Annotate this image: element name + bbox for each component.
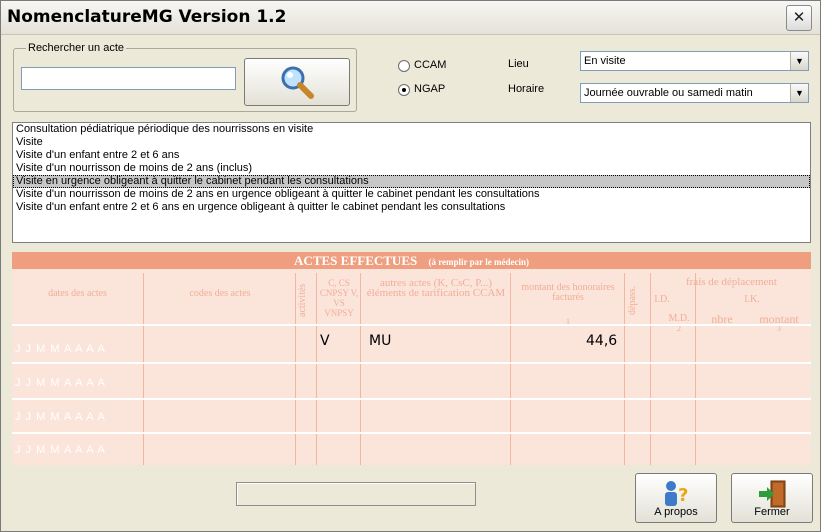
list-item[interactable]: Visite d'un enfant entre 2 et 6 ans en u… xyxy=(13,201,810,214)
row-date-placeholder: J J M M A A A A xyxy=(15,377,106,389)
header-codes-ngap: C, CS CNPSY V, VS VNPSY xyxy=(319,278,359,318)
acts-list[interactable]: Consultation pédiatrique périodique des … xyxy=(12,122,811,243)
header-activites: activités xyxy=(297,283,308,317)
header-dates: dates des actes xyxy=(48,288,107,299)
row-divider xyxy=(12,398,811,400)
header-montant: montant des honoraires facturés xyxy=(521,282,615,303)
column-divider xyxy=(360,273,361,465)
column-divider xyxy=(295,273,296,465)
horaire-label: Horaire xyxy=(508,83,545,95)
list-item[interactable]: Visite d'un nourrisson de moins de 2 ans… xyxy=(13,188,810,201)
column-divider xyxy=(143,273,144,465)
header-md: M.D. xyxy=(668,313,690,324)
entry-autres-actes: MU xyxy=(369,333,392,349)
row-divider xyxy=(12,324,811,326)
form-title: ACTES EFFECTUES (à remplir par le médeci… xyxy=(12,252,811,269)
chevron-down-icon[interactable]: ▼ xyxy=(790,52,808,70)
lieu-value: En visite xyxy=(584,55,626,67)
entry-montant: 44,6 xyxy=(586,333,618,349)
list-item-selected[interactable]: Visite en urgence obligeant à quitter le… xyxy=(13,175,810,188)
header-ik: I.K. xyxy=(744,294,760,305)
status-field xyxy=(236,482,476,506)
chevron-down-icon[interactable]: ▼ xyxy=(790,84,808,102)
form-title-text: ACTES EFFECTUES xyxy=(294,253,418,268)
column-divider xyxy=(624,273,625,465)
window-title: NomenclatureMG Version 1.2 xyxy=(7,7,287,27)
radio-ccam[interactable] xyxy=(398,60,410,72)
apropos-label: A propos xyxy=(654,506,698,518)
search-button[interactable] xyxy=(244,58,350,106)
app-window: NomenclatureMG Version 1.2 ✕ Rechercher … xyxy=(0,0,821,532)
radio-ngap-label: NGAP xyxy=(414,83,446,95)
apropos-button[interactable]: ? A propos xyxy=(635,473,717,523)
fermer-label: Fermer xyxy=(754,506,790,518)
search-input[interactable] xyxy=(21,67,236,90)
list-item[interactable]: Consultation pédiatrique périodique des … xyxy=(13,123,810,136)
list-item[interactable]: Visite d'un nourrisson de moins de 2 ans… xyxy=(13,162,810,175)
column-divider xyxy=(510,273,511,465)
header-autres-actes: autres actes (K, CsC, P...) éléments de … xyxy=(366,277,506,299)
search-legend: Rechercher un acte xyxy=(28,42,124,54)
exit-door-icon xyxy=(759,480,786,508)
horaire-select[interactable]: Journée ouvrable ou samedi matin ▼ xyxy=(580,83,809,103)
header-depassement: dépass. xyxy=(627,285,638,315)
header-id: I.D. xyxy=(654,294,670,305)
row-divider xyxy=(12,362,811,364)
list-item[interactable]: Visite xyxy=(13,136,810,149)
column-divider xyxy=(316,273,317,465)
radio-ccam-label: CCAM xyxy=(414,59,447,71)
row-divider xyxy=(12,432,811,434)
list-item[interactable]: Visite d'un enfant entre 2 et 6 ans xyxy=(13,149,810,162)
magnifier-icon xyxy=(281,66,314,99)
care-sheet-form: ACTES EFFECTUES (à remplir par le médeci… xyxy=(12,252,811,465)
help-person-icon: ? xyxy=(665,481,688,506)
header-ik-nbre: nbre xyxy=(711,312,733,326)
column-divider xyxy=(650,273,651,465)
form-subtitle: (à remplir par le médecin) xyxy=(428,257,529,267)
fermer-button[interactable]: Fermer xyxy=(731,473,813,523)
header-frais: frais de déplacement xyxy=(685,276,777,288)
radio-ngap[interactable] xyxy=(398,84,410,96)
header-codes: codes des actes xyxy=(189,288,251,299)
entry-code: V xyxy=(320,333,330,349)
close-button[interactable]: ✕ xyxy=(786,5,812,31)
header-ik-montant: montant xyxy=(759,312,799,326)
row-date-placeholder: J J M M A A A A xyxy=(15,444,106,456)
horaire-value: Journée ouvrable ou samedi matin xyxy=(584,87,753,99)
column-divider xyxy=(695,273,696,465)
title-bar: NomenclatureMG Version 1.2 ✕ xyxy=(1,1,820,35)
svg-text:?: ? xyxy=(678,485,688,506)
row-date-placeholder: J J M M A A A A xyxy=(15,411,106,423)
lieu-label: Lieu xyxy=(508,58,529,70)
row-date-placeholder: J J M M A A A A xyxy=(15,343,106,355)
lieu-select[interactable]: En visite ▼ xyxy=(580,51,809,71)
